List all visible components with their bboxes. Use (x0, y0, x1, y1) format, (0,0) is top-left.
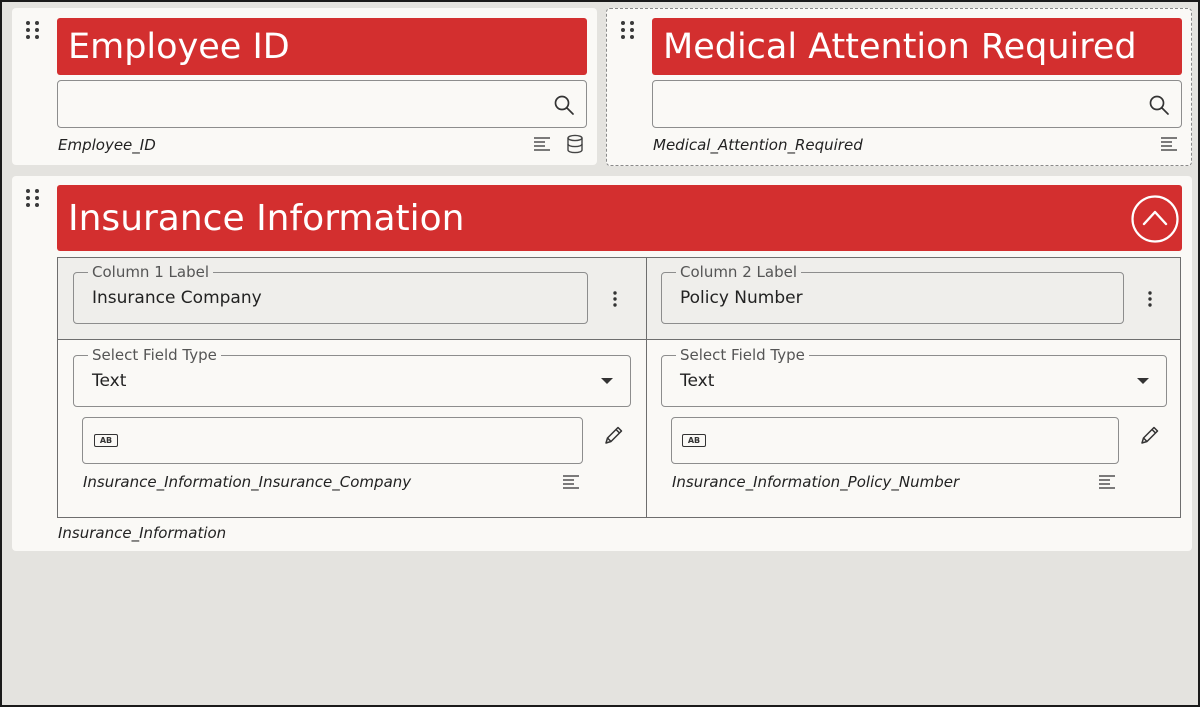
drag-handle-icon[interactable] (25, 188, 41, 210)
column-2-label-field[interactable]: Column 2 Label Policy Number (661, 263, 1124, 324)
column-2-field-type-value: Text (680, 371, 715, 391)
pencil-icon[interactable] (602, 423, 626, 447)
database-icon[interactable] (565, 133, 585, 155)
column-1-label-value: Insurance Company (92, 288, 262, 308)
drag-handle-icon[interactable] (25, 20, 41, 42)
align-left-icon[interactable] (1097, 472, 1117, 492)
align-left-icon[interactable] (1159, 134, 1179, 154)
dropdown-arrow-icon[interactable] (600, 376, 614, 386)
pencil-icon[interactable] (1138, 423, 1162, 447)
insurance-information-field-name: Insurance_Information (58, 524, 227, 542)
column-1-label-field[interactable]: Column 1 Label Insurance Company (73, 263, 588, 324)
more-vertical-icon[interactable] (1140, 288, 1160, 310)
column-1-text-preview-input[interactable]: AB (82, 417, 583, 464)
medical-attention-field-name: Medical_Attention_Required (653, 136, 863, 154)
table-column-divider (646, 258, 647, 517)
text-field-badge-icon: AB (682, 434, 706, 447)
column-1-field-type-select[interactable]: Select Field Type Text (73, 346, 631, 407)
column-2-label-value: Policy Number (680, 288, 803, 308)
column-1-label-legend: Column 1 Label (88, 263, 213, 281)
column-2-field-type-legend: Select Field Type (676, 346, 809, 364)
column-2-field-type-select[interactable]: Select Field Type Text (661, 346, 1167, 407)
drag-handle-icon[interactable] (620, 20, 636, 42)
align-left-icon[interactable] (532, 134, 552, 154)
column-1-field-type-value: Text (92, 371, 127, 391)
employee-id-search-input[interactable] (57, 80, 587, 128)
align-left-icon[interactable] (561, 472, 581, 492)
column-1-field-name: Insurance_Information_Insurance_Company (83, 473, 412, 491)
column-2-text-preview-input[interactable]: AB (671, 417, 1119, 464)
column-1-field-type-legend: Select Field Type (88, 346, 221, 364)
text-field-badge-icon: AB (94, 434, 118, 447)
employee-id-header: Employee ID (57, 18, 587, 75)
medical-attention-title: Medical Attention Required (663, 26, 1137, 67)
insurance-information-header: Insurance Information (57, 185, 1182, 251)
medical-attention-header: Medical Attention Required (652, 18, 1182, 75)
chevron-up-icon[interactable] (1130, 194, 1180, 244)
more-vertical-icon[interactable] (605, 288, 625, 310)
search-icon[interactable] (552, 93, 576, 117)
insurance-information-title: Insurance Information (68, 197, 465, 239)
column-2-field-name: Insurance_Information_Policy_Number (672, 473, 960, 491)
search-icon[interactable] (1147, 93, 1171, 117)
dropdown-arrow-icon[interactable] (1136, 376, 1150, 386)
employee-id-title: Employee ID (68, 26, 290, 67)
medical-attention-search-input[interactable] (652, 80, 1182, 128)
employee-id-field-name: Employee_ID (58, 136, 156, 154)
column-2-label-legend: Column 2 Label (676, 263, 801, 281)
